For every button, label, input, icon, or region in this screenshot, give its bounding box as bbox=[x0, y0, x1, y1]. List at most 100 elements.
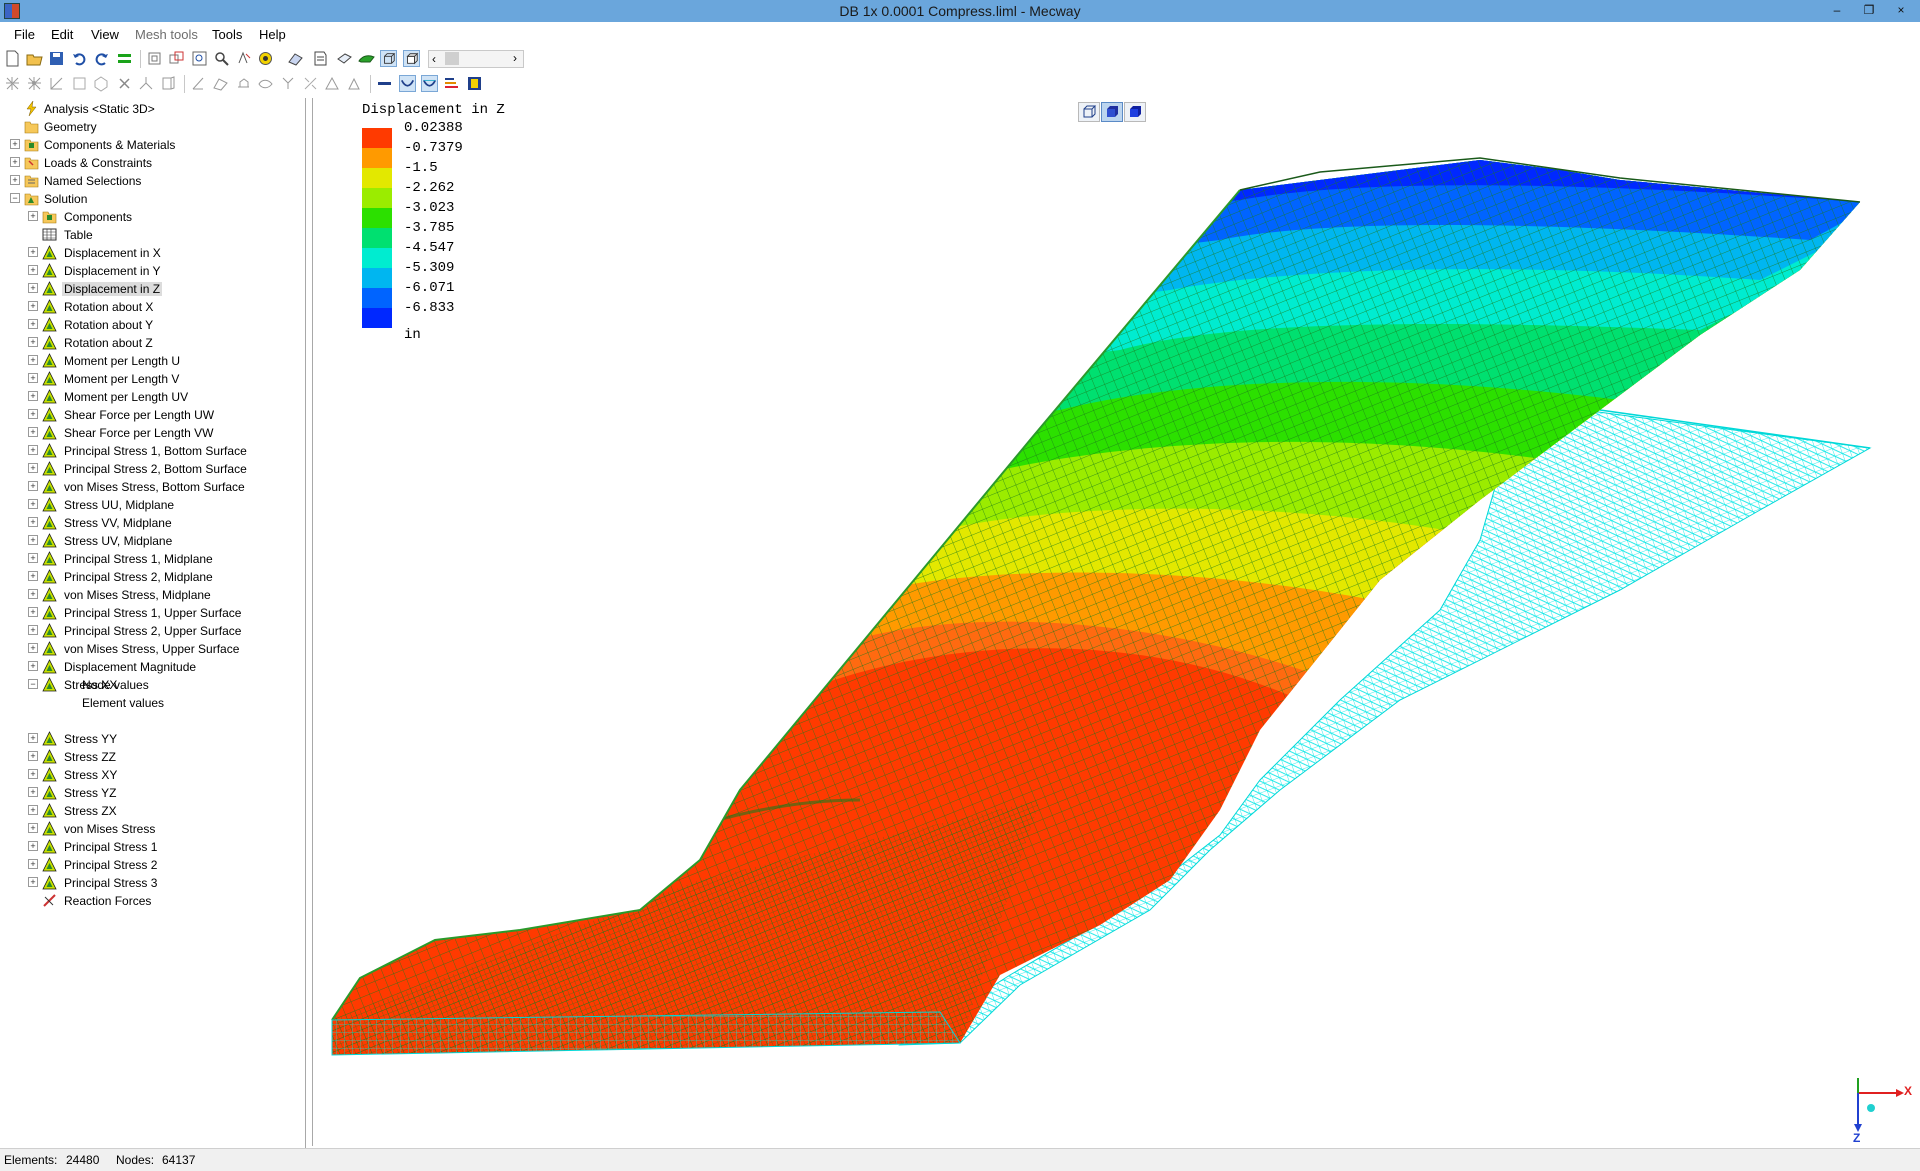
expand-icon[interactable]: + bbox=[28, 751, 38, 761]
expand-icon[interactable]: + bbox=[28, 589, 38, 599]
view-front-button[interactable] bbox=[1078, 102, 1100, 122]
element-icon[interactable] bbox=[26, 75, 43, 92]
expand-icon[interactable]: + bbox=[28, 805, 38, 815]
expand-icon[interactable]: + bbox=[28, 733, 38, 743]
view-solid-button[interactable] bbox=[1124, 102, 1146, 122]
split-icon[interactable] bbox=[257, 75, 274, 92]
contour-icon[interactable] bbox=[443, 75, 460, 92]
expand-icon[interactable]: + bbox=[28, 301, 38, 311]
expand-icon[interactable]: + bbox=[10, 157, 20, 167]
expand-icon[interactable]: + bbox=[28, 319, 38, 329]
expand-icon[interactable]: + bbox=[28, 877, 38, 887]
triangle-icon[interactable] bbox=[324, 75, 341, 92]
expand-icon[interactable]: + bbox=[28, 373, 38, 383]
close-button[interactable]: × bbox=[1884, 0, 1918, 20]
line-weight-icon[interactable] bbox=[376, 75, 393, 92]
open-icon[interactable] bbox=[26, 50, 43, 67]
expand-icon[interactable]: + bbox=[28, 499, 38, 509]
menu-tools[interactable]: Tools bbox=[212, 27, 242, 42]
undeformed-icon[interactable] bbox=[421, 75, 438, 92]
scroll-left-icon[interactable]: ‹ bbox=[432, 52, 436, 66]
sheet-icon[interactable] bbox=[312, 50, 329, 67]
pan-icon[interactable] bbox=[235, 50, 252, 67]
sphere-icon[interactable] bbox=[93, 75, 110, 92]
result-triangle-icon bbox=[42, 515, 57, 530]
model-render[interactable] bbox=[312, 98, 1920, 1146]
expand-icon[interactable]: + bbox=[28, 517, 38, 527]
expand-icon[interactable]: + bbox=[28, 859, 38, 869]
node-icon[interactable] bbox=[4, 75, 21, 92]
select-nodes-icon[interactable] bbox=[146, 50, 163, 67]
rotate-mesh-icon[interactable] bbox=[280, 75, 297, 92]
expand-icon[interactable]: − bbox=[28, 679, 38, 689]
surface-icon[interactable] bbox=[358, 50, 375, 67]
view-iso-button[interactable] bbox=[1101, 102, 1123, 122]
expand-icon[interactable]: + bbox=[28, 463, 38, 473]
expand-icon[interactable]: + bbox=[28, 247, 38, 257]
mesh-icon[interactable] bbox=[287, 50, 304, 67]
tree-label: Node values bbox=[82, 678, 149, 692]
box-icon[interactable] bbox=[71, 75, 88, 92]
expand-icon[interactable]: + bbox=[28, 661, 38, 671]
expand-icon[interactable]: + bbox=[10, 139, 20, 149]
zoom-icon[interactable] bbox=[213, 50, 230, 67]
scroll-right-icon[interactable]: › bbox=[513, 51, 517, 65]
expand-icon[interactable]: + bbox=[28, 553, 38, 563]
expand-icon[interactable]: + bbox=[28, 841, 38, 851]
expand-icon[interactable]: + bbox=[28, 625, 38, 635]
expand-icon[interactable]: + bbox=[28, 265, 38, 275]
restore-button[interactable]: ❐ bbox=[1852, 0, 1886, 20]
expand-icon[interactable]: + bbox=[28, 481, 38, 491]
mirror-icon[interactable] bbox=[235, 75, 252, 92]
delete-icon[interactable] bbox=[116, 75, 133, 92]
film-icon[interactable] bbox=[466, 75, 483, 92]
minimize-button[interactable]: – bbox=[1820, 0, 1854, 20]
expand-icon[interactable]: + bbox=[28, 445, 38, 455]
tree-label: Displacement Magnitude bbox=[64, 660, 197, 674]
legend-title: Displacement in Z bbox=[362, 102, 505, 118]
deformed-icon[interactable] bbox=[399, 75, 416, 92]
rotate-icon[interactable] bbox=[257, 50, 274, 67]
result-triangle-icon bbox=[42, 245, 57, 260]
merge-icon[interactable] bbox=[138, 75, 155, 92]
undo-icon[interactable] bbox=[71, 50, 88, 67]
refine-icon[interactable] bbox=[190, 75, 207, 92]
expand-icon[interactable]: + bbox=[28, 769, 38, 779]
wireframe-icon[interactable] bbox=[380, 50, 397, 67]
menu-file[interactable]: File bbox=[14, 27, 35, 42]
expand-icon[interactable]: + bbox=[28, 427, 38, 437]
zoom-fit-icon[interactable] bbox=[191, 50, 208, 67]
expand-icon[interactable]: + bbox=[28, 391, 38, 401]
triangle-outline-icon[interactable] bbox=[346, 75, 363, 92]
menu-help[interactable]: Help bbox=[259, 27, 286, 42]
expand-icon[interactable]: + bbox=[28, 571, 38, 581]
select-elements-icon[interactable] bbox=[168, 50, 185, 67]
expand-icon[interactable]: + bbox=[28, 607, 38, 617]
expand-icon[interactable]: + bbox=[28, 643, 38, 653]
expand-icon[interactable]: + bbox=[28, 535, 38, 545]
save-icon[interactable] bbox=[48, 50, 65, 67]
expand-icon[interactable]: + bbox=[10, 175, 20, 185]
menu-edit[interactable]: Edit bbox=[51, 27, 73, 42]
menu-mesh-tools[interactable]: Mesh tools bbox=[135, 27, 198, 42]
expand-icon[interactable]: + bbox=[28, 787, 38, 797]
redo-icon[interactable] bbox=[93, 50, 110, 67]
measure-icon[interactable] bbox=[212, 75, 229, 92]
line-icon[interactable] bbox=[48, 75, 65, 92]
solid-icon[interactable] bbox=[403, 50, 420, 67]
expand-icon[interactable]: + bbox=[28, 823, 38, 833]
new-icon[interactable] bbox=[4, 50, 21, 67]
expand-icon[interactable]: + bbox=[28, 409, 38, 419]
toolbar-overflow-scroller[interactable]: ‹ bbox=[428, 50, 524, 68]
shell-icon[interactable] bbox=[336, 50, 353, 67]
expand-icon[interactable]: + bbox=[28, 337, 38, 347]
expand-icon[interactable]: + bbox=[28, 283, 38, 293]
expand-icon[interactable]: + bbox=[28, 211, 38, 221]
extrude-icon[interactable] bbox=[160, 75, 177, 92]
solve-icon[interactable] bbox=[116, 50, 133, 67]
scroll-thumb[interactable] bbox=[445, 52, 459, 65]
scale-icon[interactable] bbox=[302, 75, 319, 92]
collapse-icon[interactable]: − bbox=[10, 193, 20, 203]
expand-icon[interactable]: + bbox=[28, 355, 38, 365]
menu-view[interactable]: View bbox=[91, 27, 119, 42]
